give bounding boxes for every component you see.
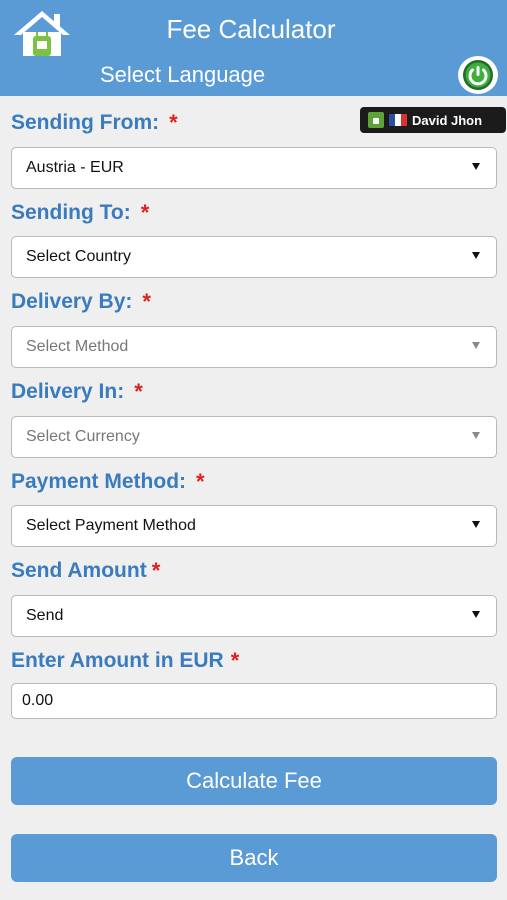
required-mark: *	[134, 379, 143, 404]
power-icon	[463, 60, 493, 90]
delivery-in-label: Delivery In: *	[11, 379, 143, 404]
delivery-by-label: Delivery By: *	[11, 289, 151, 314]
delivery-in-value: Select Currency	[26, 428, 140, 445]
user-badge: David Jhon	[360, 107, 506, 133]
france-flag-icon	[389, 114, 407, 126]
required-mark: *	[151, 558, 161, 583]
required-mark: *	[169, 110, 178, 135]
sending-to-label: Sending To: *	[11, 200, 150, 225]
dropdown-caret-icon	[472, 432, 480, 439]
dropdown-caret-icon	[472, 252, 480, 259]
delivery-in-select[interactable]: Select Currency	[11, 416, 497, 458]
required-mark: *	[142, 289, 151, 314]
payment-method-value: Select Payment Method	[26, 517, 196, 534]
enter-amount-label: Enter Amount in EUR *	[11, 648, 240, 673]
dropdown-caret-icon	[472, 163, 480, 170]
logout-button[interactable]	[458, 56, 498, 94]
send-amount-value: Send	[26, 607, 64, 624]
send-amount-label: Send Amount *	[11, 558, 161, 583]
page-title: Fee Calculator	[166, 14, 336, 44]
required-mark: *	[196, 469, 205, 494]
sending-to-select[interactable]: Select Country	[11, 236, 497, 278]
amount-input[interactable]	[11, 683, 497, 719]
app-header: Fee Calculator Select Language	[0, 0, 507, 96]
payment-method-select[interactable]: Select Payment Method	[11, 505, 497, 547]
payment-method-label: Payment Method: *	[11, 469, 205, 494]
back-button[interactable]: Back	[11, 834, 497, 882]
sending-from-select[interactable]: Austria - EUR	[11, 147, 497, 189]
send-amount-select[interactable]: Send	[11, 595, 497, 637]
sending-from-value: Austria - EUR	[26, 159, 124, 176]
delivery-by-select[interactable]: Select Method	[11, 326, 497, 368]
dropdown-caret-icon	[472, 342, 480, 349]
sending-from-label: Sending From: *	[11, 110, 178, 135]
user-name: David Jhon	[412, 112, 483, 128]
delivery-by-value: Select Method	[26, 338, 129, 355]
sending-to-value: Select Country	[26, 248, 131, 265]
calculate-fee-button[interactable]: Calculate Fee	[11, 757, 497, 805]
dropdown-caret-icon	[472, 521, 480, 528]
required-mark: *	[140, 200, 150, 225]
required-mark: *	[230, 648, 240, 673]
dropdown-caret-icon	[472, 611, 480, 618]
android-icon	[368, 112, 384, 128]
select-language-link[interactable]: Select Language	[100, 62, 265, 88]
